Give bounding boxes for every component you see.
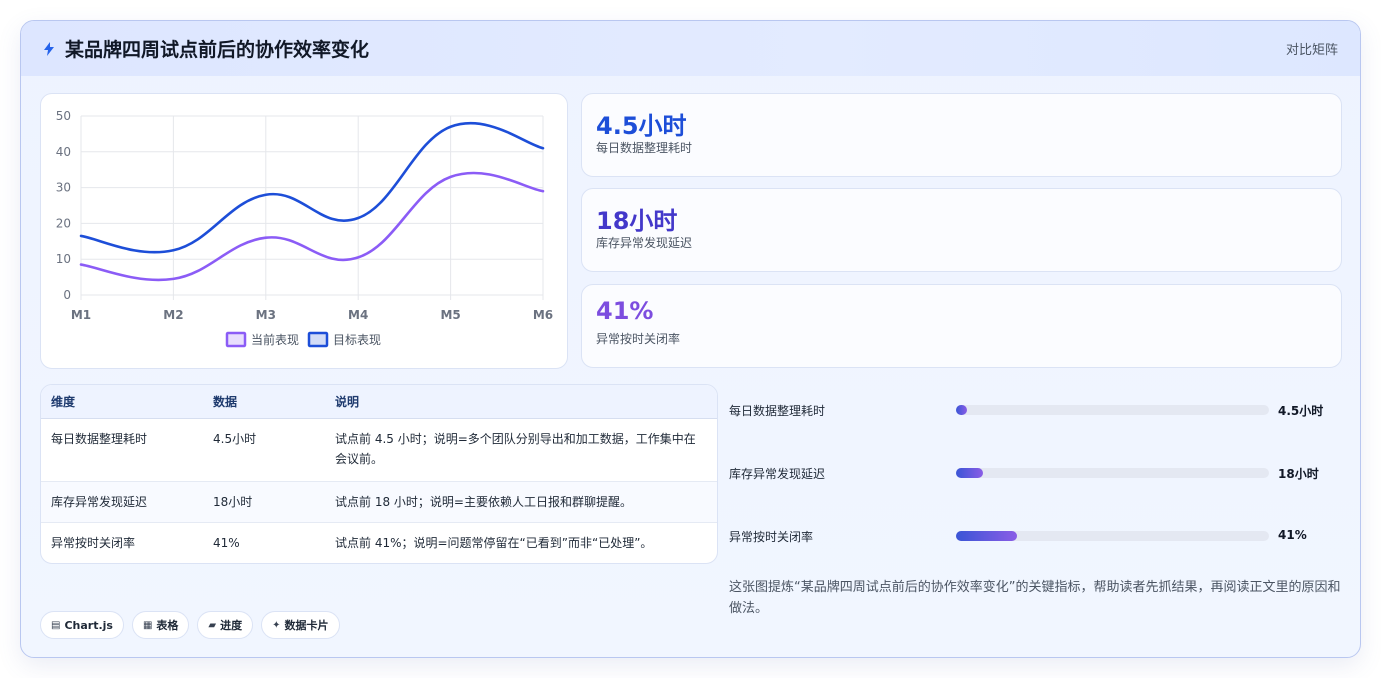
- tag-list: ▤ Chart.js ▦ 表格 ▰ 进度 ✦ 数据卡片: [40, 611, 340, 639]
- kpi-label: 库存异常发现延迟: [596, 236, 693, 250]
- progress-value: 18小时: [1278, 467, 1319, 481]
- table-header-row: 维度 数据 说明: [41, 385, 717, 419]
- kpi-card-2: 41% 异常按时关闭率: [581, 284, 1342, 368]
- bolt-icon: [44, 41, 54, 56]
- progress-row: 异常按时关闭率 41%: [729, 526, 1341, 546]
- table-cell: 试点前 41%；说明=问题常停留在“已看到”而非“已处理”。: [335, 535, 653, 550]
- progress-icon: ▰: [208, 619, 217, 631]
- table-icon: ▦: [142, 619, 153, 631]
- column-header: 维度: [41, 385, 203, 419]
- legend-swatch: [225, 331, 247, 348]
- x-tick-label: M5: [440, 308, 460, 322]
- y-tick-label: 30: [56, 181, 71, 195]
- view-mode-label[interactable]: 对比矩阵: [1286, 39, 1338, 58]
- progress-fill: [956, 468, 983, 478]
- table-row: 每日数据整理耗时 4.5小时 试点前 4.5 小时；说明=多个团队分别导出和加工…: [41, 418, 717, 482]
- kpi-label: 每日数据整理耗时: [596, 141, 693, 155]
- tag-progress[interactable]: ▰ 进度: [197, 611, 254, 639]
- kpi-value: 18小时: [596, 207, 678, 235]
- data-table-panel: 维度 数据 说明 每日数据整理耗时 4.5小时 试点前 4.5 小时；说明=多个…: [40, 384, 718, 564]
- title-wrap: 某品牌四周试点前后的协作效率变化: [43, 35, 369, 62]
- table-cell: 41%: [213, 535, 240, 550]
- sparkle-icon: ✦: [272, 619, 281, 631]
- table-cell: 试点前 4.5 小时；说明=多个团队分别导出和加工数据，工作集中在会议前。: [325, 418, 717, 482]
- y-tick-label: 50: [56, 109, 71, 123]
- table-cell: 18小时: [203, 481, 325, 523]
- kpi-card-0: 4.5小时 每日数据整理耗时: [581, 93, 1342, 177]
- tag-label: 进度: [220, 619, 243, 632]
- progress-track: [956, 531, 1269, 541]
- x-tick-label: M1: [71, 308, 91, 322]
- line-chart: 0 10 20 30 40 50 M1 M2 M3 M4 M5 M6 当前表现 目标表现: [56, 109, 553, 348]
- kpi-label: 异常按时关闭率: [596, 332, 681, 346]
- card-header: 某品牌四周试点前后的协作效率变化 对比矩阵: [21, 21, 1360, 76]
- tag-label: Chart.js: [64, 618, 113, 632]
- line-chart-panel: 0 10 20 30 40 50 M1 M2 M3 M4 M5 M6 当前表现 目标表现: [40, 93, 568, 369]
- progress-label: 每日数据整理耗时: [729, 404, 826, 418]
- legend-label: 当前表现: [251, 332, 299, 347]
- progress-track: [956, 405, 1269, 415]
- table-row: 库存异常发现延迟 18小时 试点前 18 小时；说明=主要依赖人工日报和群聊提醒…: [41, 481, 717, 523]
- progress-row: 每日数据整理耗时 4.5小时: [729, 400, 1341, 420]
- kpi-value: 4.5小时: [596, 112, 687, 140]
- legend-label: 目标表现: [333, 333, 381, 347]
- progress-label: 库存异常发现延迟: [729, 467, 826, 481]
- y-tick-label: 0: [63, 288, 71, 302]
- tag-table[interactable]: ▦ 表格: [131, 611, 190, 639]
- tag-label: 数据卡片: [284, 619, 329, 632]
- y-tick-label: 10: [56, 252, 71, 266]
- table-cell: 库存异常发现延迟: [41, 481, 203, 523]
- table-cell: 异常按时关闭率: [51, 535, 136, 550]
- progress-label: 异常按时关闭率: [729, 530, 814, 544]
- progress-value: 4.5小时: [1278, 404, 1324, 418]
- tag-label: 表格: [156, 619, 179, 632]
- report-card: 某品牌四周试点前后的协作效率变化 对比矩阵 0 10 20 30 40 50 M1 M2 M3 M…: [20, 20, 1361, 658]
- progress-value: 41%: [1278, 528, 1307, 542]
- y-tick-label: 20: [56, 216, 71, 230]
- y-tick-label: 40: [56, 145, 71, 159]
- kpi-value: 41%: [596, 297, 654, 325]
- table-cell: 试点前 18 小时；说明=主要依赖人工日报和群聊提醒。: [325, 481, 717, 523]
- column-header: 说明: [325, 385, 717, 419]
- progress-row: 库存异常发现延迟 18小时: [729, 463, 1341, 483]
- table-cell: 每日数据整理耗时: [41, 418, 203, 482]
- legend-swatch: [307, 331, 329, 348]
- page-title: 某品牌四周试点前后的协作效率变化: [65, 39, 370, 61]
- tag-chartjs[interactable]: ▤ Chart.js: [40, 611, 124, 639]
- table-row: 异常按时关闭率 41% 试点前 41%；说明=问题常停留在“已看到”而非“已处理…: [41, 522, 717, 563]
- series-line-0: [79, 171, 545, 282]
- table-cell: 4.5小时: [203, 418, 325, 482]
- chart-icon: ▤: [51, 619, 61, 631]
- progress-fill: [956, 405, 967, 415]
- x-tick-label: M2: [163, 308, 183, 322]
- data-table: 维度 数据 说明 每日数据整理耗时 4.5小时 试点前 4.5 小时；说明=多个…: [41, 385, 717, 563]
- progress-track: [956, 468, 1269, 478]
- x-tick-label: M6: [533, 308, 553, 322]
- kpi-card-1: 18小时 库存异常发现延迟: [581, 188, 1342, 272]
- x-tick-label: M3: [256, 308, 276, 322]
- x-tick-label: M4: [348, 308, 368, 322]
- progress-fill: [956, 531, 1018, 541]
- summary-text: 这张图提炼“某品牌四周试点前后的协作效率变化”的关键指标，帮助读者先抓结果，再阅…: [729, 580, 1341, 616]
- tag-data-card[interactable]: ✦ 数据卡片: [261, 611, 340, 639]
- column-header: 数据: [203, 385, 325, 419]
